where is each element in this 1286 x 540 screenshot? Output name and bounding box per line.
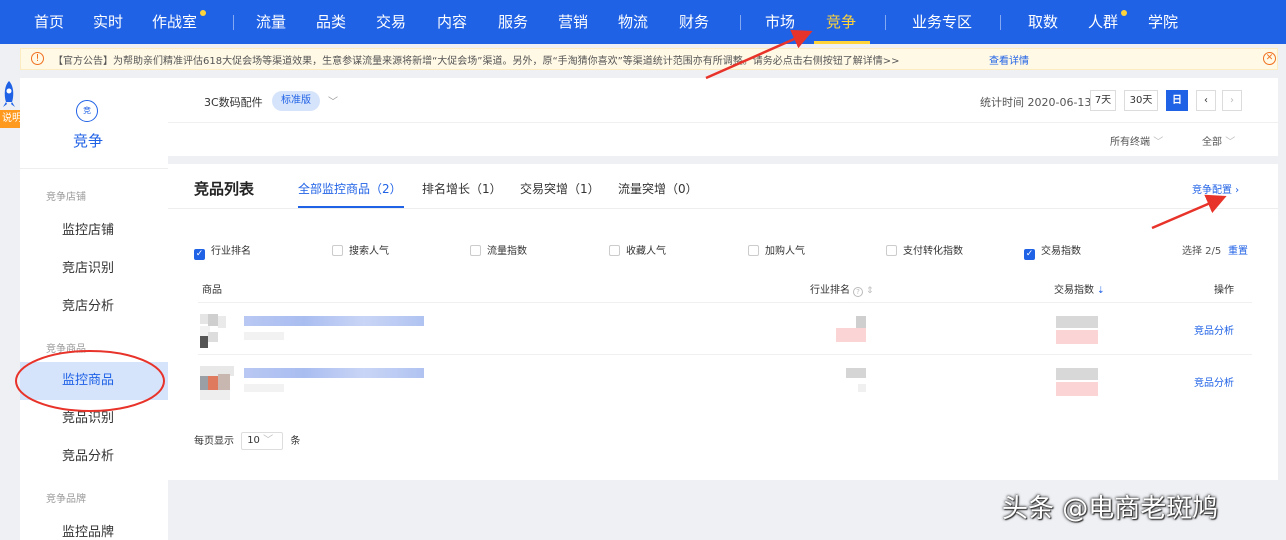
annotation-arrow-nav	[705, 29, 813, 80]
watermark: 头条 @电商老斑鸠	[1002, 494, 1219, 524]
annotation-arrow-config	[1151, 194, 1227, 230]
annotation-ellipse	[15, 350, 165, 412]
annotation-overlay	[15, 29, 1227, 412]
